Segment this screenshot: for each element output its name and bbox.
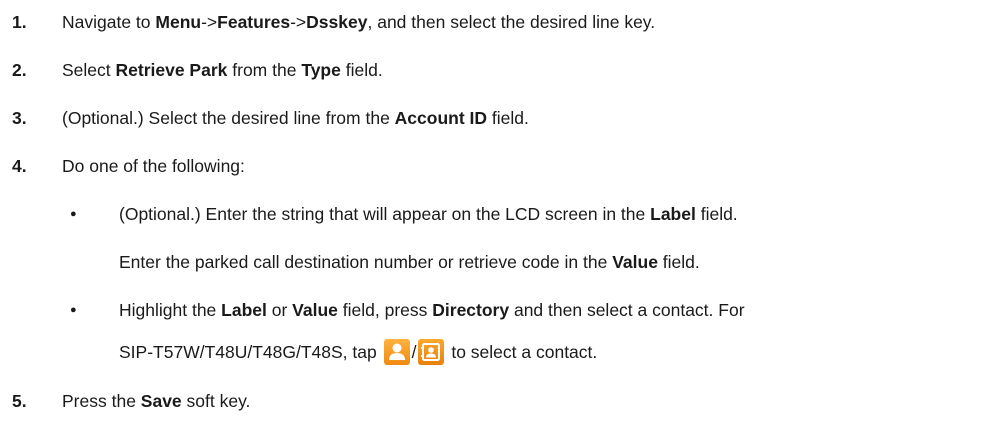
bullet-text-line: SIP-T57W/T48U/T48G/T48S, tap / to select… — [119, 339, 597, 365]
step-number: 2. — [12, 60, 27, 80]
contact-person-icon — [383, 339, 410, 365]
step-number: 4. — [12, 156, 27, 176]
step-number: 5. — [12, 391, 27, 411]
step-number: 3. — [12, 108, 27, 128]
step-text: (Optional.) Select the desired line from… — [62, 108, 529, 128]
directory-book-icon — [418, 339, 445, 365]
step-number: 1. — [12, 12, 27, 32]
bullet-text-line: (Optional.) Enter the string that will a… — [119, 204, 738, 224]
bullet-text-line: Enter the parked call destination number… — [119, 252, 700, 272]
step-text: Press the Save soft key. — [62, 391, 251, 411]
step-text: Navigate to Menu->Features->Dsskey, and … — [62, 12, 656, 32]
bullet-glyph: ● — [70, 208, 77, 220]
step-text: Select Retrieve Park from the Type field… — [62, 60, 383, 80]
step-text: Do one of the following: — [62, 156, 245, 176]
bullet-glyph: ● — [70, 304, 77, 316]
bullet-text-line: Highlight the Label or Value field, pres… — [119, 300, 745, 320]
